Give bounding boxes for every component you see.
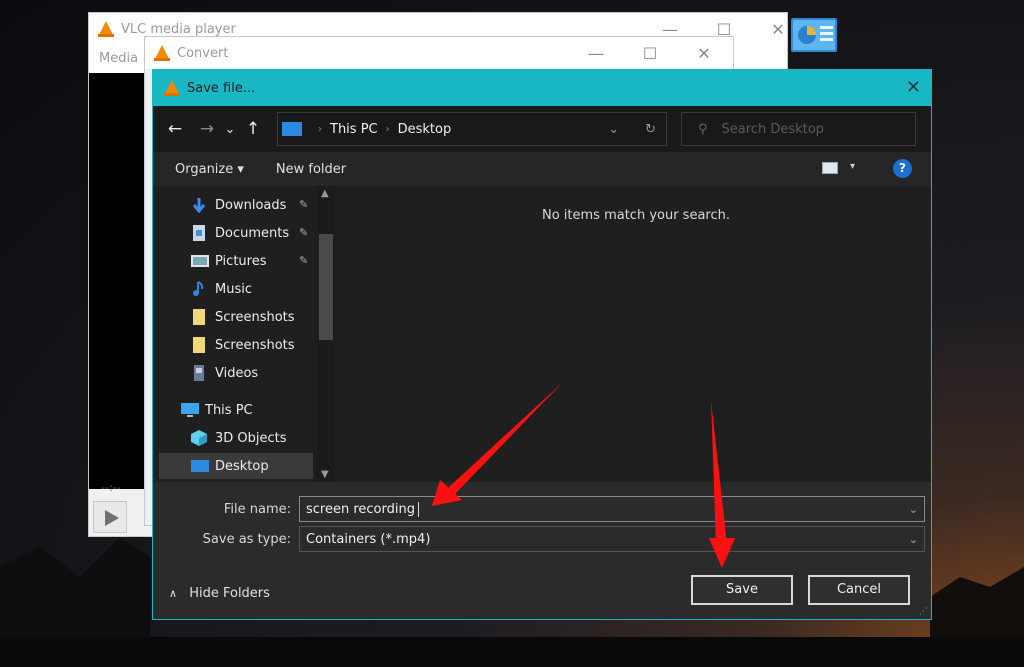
- nav-item-pictures[interactable]: Pictures: [191, 248, 266, 274]
- forward-button[interactable]: →: [193, 119, 221, 139]
- nav-item-label: 3D Objects: [215, 430, 287, 446]
- music-icon: [191, 281, 207, 297]
- nav-item-label: This PC: [205, 402, 253, 418]
- recent-locations-button[interactable]: ⌄: [221, 122, 239, 137]
- chevron-up-icon: ∧: [169, 587, 178, 600]
- up-button[interactable]: ↑: [239, 119, 267, 139]
- this-pc-icon: [181, 402, 199, 418]
- nav-item-label: Desktop: [215, 458, 269, 474]
- documents-icon: [191, 225, 207, 241]
- nav-item-screenshots[interactable]: Screenshots: [191, 304, 295, 330]
- nav-item-label: Downloads: [215, 197, 287, 213]
- breadcrumb-desktop[interactable]: Desktop: [398, 122, 452, 137]
- menu-media[interactable]: Media: [99, 51, 138, 66]
- resize-grip-icon[interactable]: ⋰: [919, 607, 928, 617]
- maximize-button[interactable]: ☐: [623, 44, 677, 63]
- file-name-input[interactable]: screen recording ⌄: [299, 496, 925, 522]
- nav-item-documents[interactable]: Documents: [191, 220, 289, 246]
- nav-item-label: Documents: [215, 225, 290, 241]
- save-file-dialog: Save file... ✕ ← → ⌄ ↑ › This PC › Deskt…: [152, 69, 932, 620]
- nav-item-label: Videos: [215, 365, 259, 381]
- hide-folders-label: Hide Folders: [189, 586, 270, 601]
- vlc-video-area: [89, 73, 149, 489]
- search-placeholder: Search Desktop: [721, 121, 824, 137]
- nav-item-screenshots[interactable]: Screenshots: [191, 332, 295, 358]
- close-button[interactable]: ✕: [751, 20, 805, 39]
- search-input[interactable]: ⚲ Search Desktop: [681, 112, 916, 146]
- breadcrumb-separator: ›: [385, 123, 390, 135]
- scroll-down-icon[interactable]: ▼: [321, 469, 329, 480]
- dialog-title: Save file...: [187, 80, 256, 96]
- pin-icon: ✎: [299, 254, 309, 267]
- nav-item-3d-objects[interactable]: 3D Objects: [191, 425, 287, 451]
- convert-title: Convert: [177, 45, 229, 61]
- chevron-down-icon[interactable]: ⌄: [909, 533, 918, 546]
- breadcrumb-separator: ›: [318, 123, 322, 135]
- folder-icon: [191, 337, 207, 353]
- dialog-footer: File name: screen recording ⌄ Save as ty…: [153, 482, 931, 619]
- downloads-icon: [191, 197, 207, 214]
- this-pc-icon: [282, 122, 302, 136]
- scroll-up-icon[interactable]: ▲: [321, 188, 329, 199]
- vlc-cone-icon: [154, 45, 170, 61]
- address-dropdown-icon[interactable]: ⌄: [608, 122, 619, 137]
- pin-icon: ✎: [299, 198, 309, 211]
- nav-item-label: Pictures: [215, 253, 267, 269]
- navigation-bar: ← → ⌄ ↑ › This PC › Desktop ⌄ ↻ ⚲ Search…: [153, 106, 931, 152]
- hide-folders-button[interactable]: ∧ Hide Folders: [169, 586, 270, 601]
- folder-icon: [191, 309, 207, 325]
- scrollbar-thumb[interactable]: [319, 234, 333, 340]
- cancel-button[interactable]: Cancel: [808, 575, 910, 605]
- back-button[interactable]: ←: [161, 119, 189, 139]
- minimize-button[interactable]: —: [569, 44, 623, 63]
- save-as-type-value: Containers (*.mp4): [306, 531, 431, 547]
- save-as-type-select[interactable]: Containers (*.mp4) ⌄: [299, 526, 925, 552]
- nav-item-videos[interactable]: Videos: [191, 360, 258, 386]
- refresh-icon[interactable]: ↻: [645, 122, 656, 137]
- file-name-value: screen recording: [306, 501, 415, 517]
- organize-button[interactable]: Organize ▾: [175, 162, 244, 177]
- play-button[interactable]: [93, 501, 127, 533]
- save-button[interactable]: Save: [691, 575, 793, 605]
- videos-icon: [191, 365, 207, 381]
- new-folder-button[interactable]: New folder: [276, 162, 346, 177]
- nav-item-downloads[interactable]: Downloads: [191, 192, 286, 218]
- file-name-label: File name:: [223, 502, 291, 517]
- vlc-time-display: --:--: [101, 481, 121, 494]
- dialog-title-bar: Save file...: [153, 70, 931, 106]
- close-button[interactable]: ✕: [677, 44, 731, 63]
- nav-item-label: Screenshots: [215, 309, 295, 325]
- vlc-cone-icon: [98, 21, 114, 37]
- nav-item-label: Screenshots: [215, 337, 295, 353]
- nav-item-music[interactable]: Music: [191, 276, 252, 302]
- text-caret: [417, 501, 419, 517]
- vlc-cone-icon: [164, 80, 180, 96]
- nav-pane-scrollbar[interactable]: ▲ ▼: [317, 186, 335, 482]
- nav-item-label: Music: [215, 281, 252, 297]
- help-button[interactable]: ?: [893, 159, 912, 178]
- nav-item-desktop[interactable]: Desktop: [159, 453, 313, 479]
- search-icon: ⚲: [698, 121, 708, 137]
- command-bar: Organize ▾ New folder ▾ ?: [153, 152, 931, 186]
- pictures-icon: [191, 253, 209, 269]
- navigation-pane: Downloads ✎ Documents ✎ Pictures ✎ Music…: [153, 186, 339, 482]
- pin-icon: ✎: [299, 226, 309, 239]
- chevron-down-icon[interactable]: ▾: [850, 161, 855, 172]
- 3d-objects-icon: [191, 430, 207, 446]
- view-options-icon[interactable]: [822, 162, 838, 174]
- address-bar[interactable]: › This PC › Desktop ⌄ ↻: [277, 112, 667, 146]
- breadcrumb-this-pc[interactable]: This PC: [330, 122, 378, 137]
- desktop-icon: [191, 458, 209, 474]
- file-list-pane[interactable]: No items match your search.: [341, 186, 931, 482]
- vlc-title: VLC media player: [121, 21, 236, 37]
- empty-message: No items match your search.: [541, 208, 730, 223]
- save-as-type-label: Save as type:: [202, 532, 291, 547]
- chevron-down-icon[interactable]: ⌄: [909, 503, 918, 516]
- nav-item-this-pc[interactable]: This PC: [181, 397, 253, 423]
- dialog-close-button[interactable]: ✕: [906, 77, 921, 98]
